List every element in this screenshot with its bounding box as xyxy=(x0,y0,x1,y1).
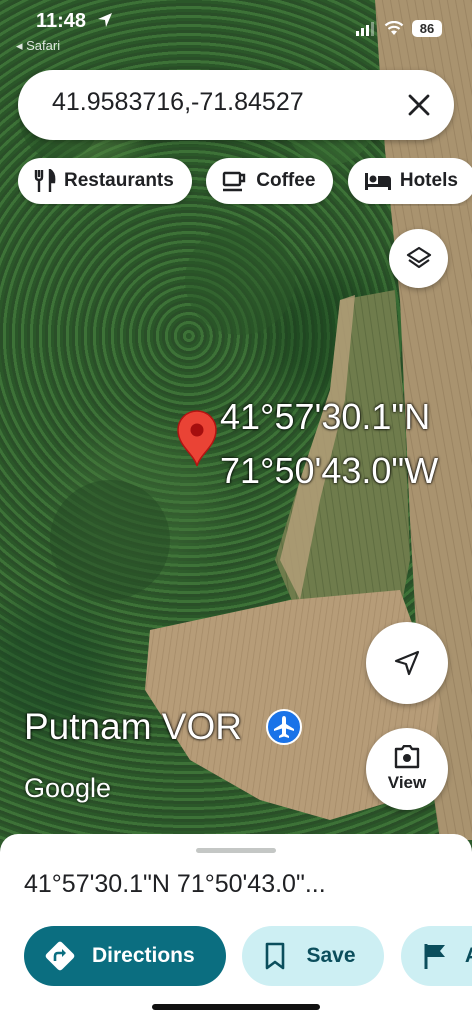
layers-icon xyxy=(406,246,431,268)
camera-360-icon xyxy=(394,745,420,769)
google-logo: Google xyxy=(24,773,112,803)
chip-label: Restaurants xyxy=(64,170,174,191)
save-button[interactable]: Save xyxy=(242,926,385,986)
signal-icon xyxy=(356,21,374,36)
airport-icon[interactable] xyxy=(266,709,302,745)
bed-icon xyxy=(364,173,391,190)
add-label-button[interactable]: A xyxy=(400,926,472,986)
bookmark-icon xyxy=(266,942,285,970)
map-layers-button[interactable] xyxy=(389,229,448,288)
pin-longitude-label: 71°50'43.0"W xyxy=(220,450,439,491)
view-label: View xyxy=(387,773,427,792)
search-input[interactable]: 41.9583716,-71.84527 xyxy=(52,88,372,122)
chip-restaurants[interactable]: Restaurants xyxy=(18,158,192,204)
pin-latitude-label: 41°57'30.1"N xyxy=(220,396,431,437)
status-time: 11:48 xyxy=(36,10,87,32)
fork-knife-icon xyxy=(34,169,56,192)
search-bar[interactable]: 41.9583716,-71.84527 xyxy=(18,70,454,140)
my-location-button[interactable] xyxy=(366,622,448,704)
chip-hotels[interactable]: Hotels xyxy=(347,158,472,204)
battery-icon: 86 xyxy=(412,20,442,37)
wifi-icon xyxy=(384,21,404,35)
directions-icon xyxy=(45,941,75,971)
chip-coffee[interactable]: Coffee xyxy=(206,158,334,204)
poi-label[interactable]: Putnam VOR xyxy=(24,706,242,748)
place-bottom-sheet[interactable]: 41°57'30.1"N 71°50'43.0"... Directions S… xyxy=(0,834,472,1024)
navigation-arrow-icon xyxy=(394,650,420,676)
location-arrow-icon xyxy=(98,13,112,27)
sheet-drag-handle[interactable] xyxy=(196,848,276,853)
flag-icon xyxy=(424,944,445,969)
category-chips: Restaurants Coffee Hotels xyxy=(18,158,472,206)
street-view-button[interactable]: View xyxy=(366,728,448,810)
back-to-safari-link[interactable]: ◂ Safari xyxy=(16,38,60,54)
directions-button[interactable]: Directions xyxy=(24,926,226,986)
coffee-cup-icon xyxy=(223,171,246,192)
directions-label: Directions xyxy=(92,944,195,967)
home-indicator[interactable] xyxy=(152,1004,320,1010)
action-buttons: Directions Save A xyxy=(24,926,472,986)
close-icon[interactable] xyxy=(406,92,432,118)
chip-label: Hotels xyxy=(399,170,458,191)
status-bar: 11:48 ◂ Safari 86 xyxy=(0,0,472,56)
map-pin-icon[interactable] xyxy=(176,410,218,468)
chip-label: Coffee xyxy=(256,170,316,191)
save-label: Save xyxy=(306,944,356,967)
add-label-text: A xyxy=(465,944,472,968)
place-title: 41°57'30.1"N 71°50'43.0"... xyxy=(24,870,326,898)
